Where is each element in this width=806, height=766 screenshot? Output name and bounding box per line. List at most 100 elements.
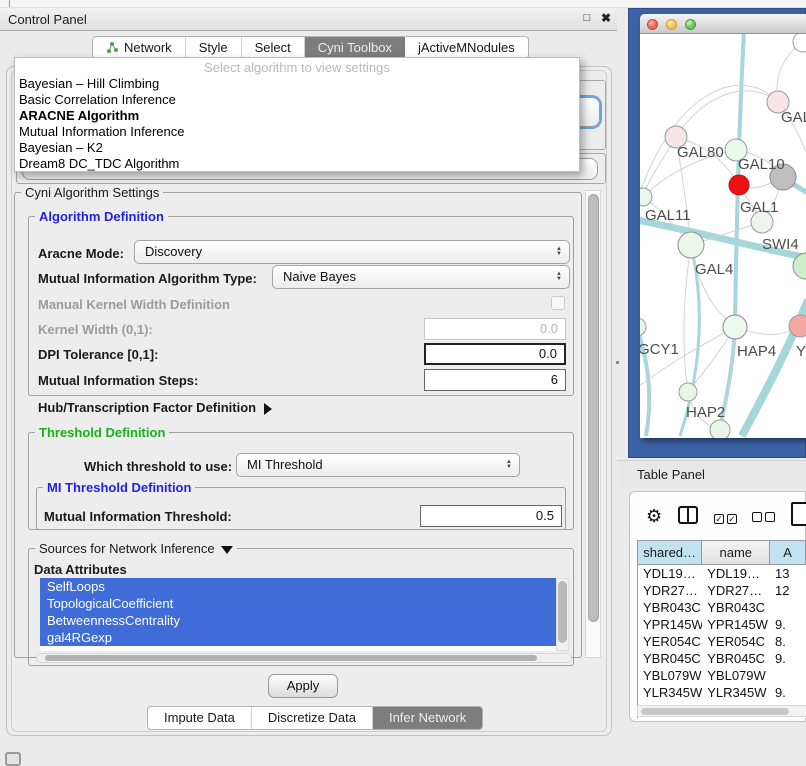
float-window-icon[interactable]: □	[580, 11, 594, 25]
node-label: GAL11	[645, 207, 691, 224]
table-cell: 9.	[770, 650, 806, 667]
mi-algorithm-type-select[interactable]: Naive Bayes ▲▼	[272, 265, 570, 289]
table-cell: YLR345W	[702, 684, 770, 701]
tab-impute-data[interactable]: Impute Data	[148, 707, 252, 729]
close-icon[interactable]: ✖	[599, 11, 613, 25]
table-cell: YBR043C	[702, 599, 770, 616]
dropdown-item[interactable]: Bayesian – Hill Climbing	[15, 76, 579, 92]
table-row[interactable]: YDR27…YDR27…12	[638, 582, 806, 599]
table-cell: YER054C	[702, 633, 770, 650]
unchecked-box-icon	[752, 512, 762, 522]
table-hscrollbar[interactable]	[637, 705, 806, 717]
tab-select[interactable]: Select	[242, 37, 305, 58]
network-node[interactable]	[729, 175, 749, 195]
gear-icon[interactable]: ⚙	[646, 506, 662, 527]
mi-threshold-group-title: MI Threshold Definition	[43, 480, 195, 495]
network-node[interactable]	[678, 232, 704, 258]
settings-scrollbar[interactable]	[585, 190, 601, 658]
tab-style[interactable]: Style	[186, 37, 242, 58]
network-node[interactable]	[723, 315, 747, 339]
network-window-titlebar[interactable]	[640, 14, 806, 34]
aracne-mode-select[interactable]: Discovery ▲▼	[134, 240, 570, 264]
table-cell: YBL079W	[638, 667, 702, 684]
tab-jactivemnodules[interactable]: jActiveMNodules	[405, 37, 528, 58]
network-node[interactable]	[640, 318, 646, 336]
table-rows: YDL19…YDL19…13YDR27…YDR27…12YBR043CYBR04…	[638, 565, 806, 718]
mac-minimize-icon[interactable]	[666, 19, 677, 30]
mac-zoom-icon[interactable]	[685, 19, 696, 30]
network-node[interactable]	[789, 315, 806, 337]
dropdown-item[interactable]: Bayesian – K2	[15, 140, 579, 156]
table-row[interactable]: YBR045CYBR045C9.	[638, 650, 806, 667]
attributes-hscrollbar[interactable]	[36, 653, 572, 663]
table-row[interactable]: YDL19…YDL19…13	[638, 565, 806, 582]
tab-network[interactable]: Network	[93, 37, 186, 58]
mi-threshold-field[interactable]: 0.5	[420, 505, 562, 527]
aracne-mode-value: Discovery	[145, 244, 202, 259]
network-node[interactable]	[793, 34, 806, 52]
mi-steps-field[interactable]: 6	[424, 369, 566, 391]
dropdown-item[interactable]: Basic Correlation Inference	[15, 92, 579, 108]
which-threshold-select[interactable]: MI Threshold ▲▼	[236, 453, 520, 477]
tab-infer-network[interactable]: Infer Network	[373, 707, 482, 729]
table-cell: 12	[770, 582, 806, 599]
table-row[interactable]: YLR345WYLR345W9.	[638, 684, 806, 701]
node-attribute-table[interactable]: shared…nameA YDL19…YDL19…13YDR27…YDR27…1…	[637, 540, 806, 718]
attributes-vscrollbar[interactable]	[556, 578, 569, 651]
table-row[interactable]: YBR043CYBR043C	[638, 599, 806, 616]
network-canvas[interactable]: GALGAL80GAL10GAL1GAL11SWI4GAL4HAP4YGCY1H…	[640, 34, 806, 438]
node-label: SWI4	[762, 236, 799, 253]
select-all-columns-icon[interactable]: ✓✓	[714, 510, 740, 525]
table-row[interactable]: YER054CYER054C8.	[638, 633, 806, 650]
dpi-tolerance-field[interactable]: 0.0	[424, 343, 566, 365]
new-table-icon[interactable]	[791, 502, 806, 526]
table-column-header[interactable]: name	[702, 541, 770, 564]
table-cell	[770, 667, 806, 684]
table-cell: 13	[770, 565, 806, 582]
kernel-width-field[interactable]: 0.0	[424, 318, 566, 340]
tab-cyni-toolbox[interactable]: Cyni Toolbox	[305, 37, 405, 58]
table-panel-title: Table Panel	[637, 467, 705, 482]
table-hscrollbar-thumb[interactable]	[641, 708, 789, 715]
network-window[interactable]: GALGAL80GAL10GAL1GAL11SWI4GAL4HAP4YGCY1H…	[640, 14, 806, 438]
dropdown-item[interactable]: Dream8 DC_TDC Algorithm	[15, 156, 579, 172]
app-top-strip	[0, 0, 806, 8]
hub-definition-label: Hub/Transcription Factor Definition	[38, 400, 256, 415]
mac-close-icon[interactable]	[647, 19, 658, 30]
dropdown-item[interactable]: ARACNE Algorithm	[15, 108, 579, 124]
show-columns-icon[interactable]	[678, 506, 698, 524]
table-cell	[770, 599, 806, 616]
table-row[interactable]: YBL079WYBL079W	[638, 667, 806, 684]
table-cell: 9.	[770, 684, 806, 701]
algorithm-dropdown-popup: Select algorithm to view settings Bayesi…	[14, 57, 580, 172]
kernel-width-label: Kernel Width (0,1):	[38, 322, 153, 337]
splitter-handle[interactable]	[616, 361, 619, 364]
attribute-list-item[interactable]: BetweennessCentrality	[40, 612, 556, 629]
expander-down-icon	[221, 546, 233, 554]
network-node[interactable]	[679, 383, 697, 401]
attribute-list-item[interactable]: gal4RGexp	[40, 629, 556, 646]
dropdown-hint: Select algorithm to view settings	[15, 58, 579, 76]
attribute-list-item[interactable]: SelfLoops	[40, 578, 556, 595]
settings-scrollbar-thumb[interactable]	[588, 194, 599, 622]
bottom-left-partial-icon[interactable]	[5, 752, 21, 766]
deselect-all-columns-icon[interactable]	[752, 510, 778, 525]
hub-definition-expander[interactable]: Hub/Transcription Factor Definition	[38, 400, 272, 415]
attribute-list-item[interactable]: TopologicalCoefficient	[40, 595, 556, 612]
data-attributes-label: Data Attributes	[34, 562, 127, 577]
apply-button[interactable]: Apply	[268, 674, 338, 698]
attributes-vscrollbar-thumb[interactable]	[558, 581, 567, 643]
which-threshold-value: MI Threshold	[247, 457, 323, 472]
table-column-header[interactable]: shared…	[638, 541, 702, 564]
table-row[interactable]: YPR145WYPR145W9.	[638, 616, 806, 633]
which-threshold-label: Which threshold to use:	[84, 459, 232, 474]
network-node[interactable]	[710, 420, 730, 438]
dropdown-item[interactable]: Mutual Information Inference	[15, 124, 579, 140]
table-cell: YER054C	[638, 633, 702, 650]
table-column-header[interactable]: A	[770, 541, 806, 564]
sources-expander[interactable]: Sources for Network Inference	[35, 541, 237, 556]
data-attributes-list[interactable]: SelfLoopsTopologicalCoefficientBetweenne…	[40, 578, 556, 651]
manual-kernel-checkbox[interactable]	[551, 296, 565, 310]
attributes-hscrollbar-thumb[interactable]	[45, 655, 537, 661]
tab-discretize-data[interactable]: Discretize Data	[252, 707, 373, 729]
